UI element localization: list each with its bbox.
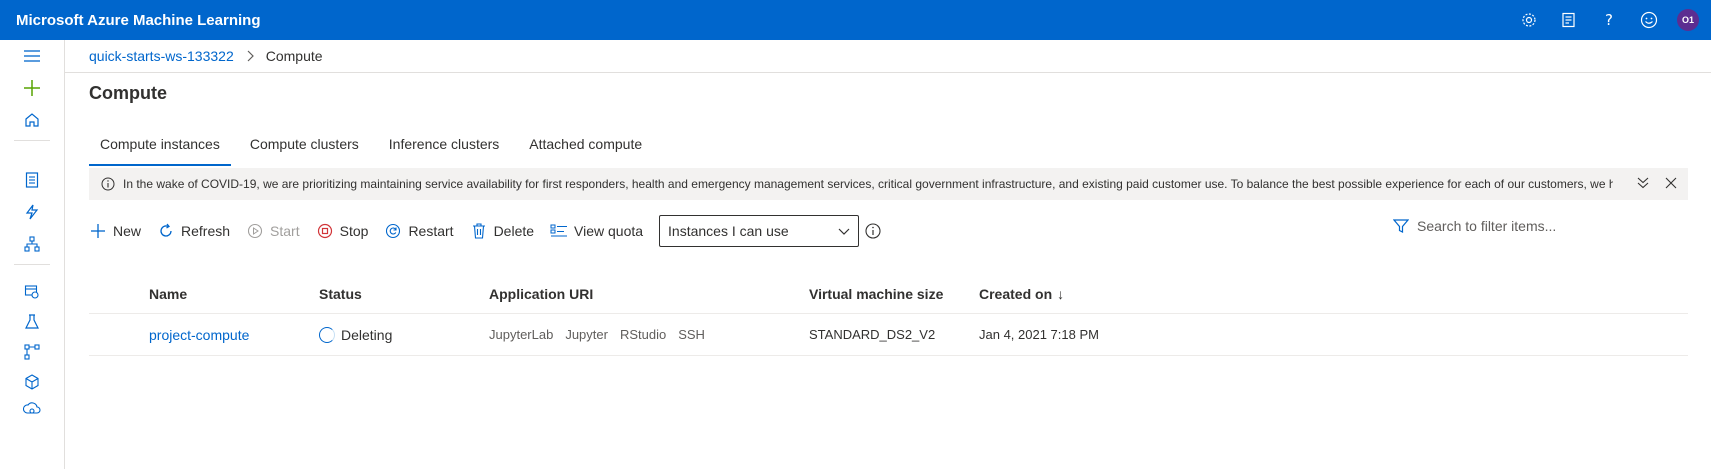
refresh-button[interactable]: Refresh: [157, 215, 230, 247]
chevron-right-icon: [246, 50, 254, 62]
breadcrumb-workspace-link[interactable]: quick-starts-ws-133322: [89, 48, 234, 64]
stop-button[interactable]: Stop: [316, 215, 369, 247]
instance-name-link[interactable]: project-compute: [149, 327, 249, 343]
sort-descending-icon: ↓: [1057, 285, 1065, 302]
tab-inference-clusters[interactable]: Inference clusters: [378, 130, 511, 166]
command-bar: New Refresh Start Stop Restart Delete Vi…: [89, 215, 881, 247]
restart-icon: [384, 222, 402, 240]
application-uri-links: JupyterLab Jupyter RStudio SSH: [489, 327, 717, 342]
user-avatar[interactable]: O1: [1677, 9, 1699, 31]
nav-divider: [14, 264, 50, 265]
created-on-value: Jan 4, 2021 7:18 PM: [979, 327, 1099, 342]
stop-circle-icon: [316, 222, 334, 240]
refresh-label: Refresh: [181, 223, 231, 239]
start-label: Start: [270, 223, 300, 239]
delete-label: Delete: [493, 223, 535, 239]
models-icon[interactable]: [20, 370, 44, 394]
instance-filter-dropdown[interactable]: Instances I can use: [659, 215, 860, 247]
endpoints-icon[interactable]: [20, 398, 44, 422]
compute-tabs: Compute instances Compute clusters Infer…: [89, 130, 661, 166]
instance-status-text: Deleting: [341, 326, 393, 343]
spinner-status-icon: [319, 326, 335, 343]
ssh-link[interactable]: SSH: [678, 327, 705, 342]
created-on-label: Created on: [979, 285, 1053, 302]
restart-button[interactable]: Restart: [384, 215, 454, 247]
search-filter[interactable]: Search to filter items...: [1393, 218, 1556, 234]
jupyterlab-link[interactable]: JupyterLab: [489, 327, 553, 342]
jupyter-link[interactable]: Jupyter: [565, 327, 608, 342]
breadcrumb: quick-starts-ws-133322 Compute: [65, 40, 1711, 73]
column-header-name[interactable]: Name: [149, 286, 187, 302]
banner-text: In the wake of COVID-19, we are prioriti…: [123, 177, 1613, 191]
chevron-down-icon: [838, 223, 850, 239]
trash-icon: [470, 222, 488, 240]
pipelines-icon[interactable]: [20, 340, 44, 364]
view-quota-button[interactable]: View quota: [550, 215, 643, 247]
column-header-status[interactable]: Status: [319, 286, 362, 302]
datasets-icon[interactable]: [20, 280, 44, 304]
tab-compute-clusters[interactable]: Compute clusters: [239, 130, 370, 166]
close-icon[interactable]: [1664, 176, 1678, 193]
help-icon[interactable]: ?: [1589, 0, 1629, 40]
refresh-icon: [157, 222, 175, 240]
designer-icon[interactable]: [20, 232, 44, 256]
filter-info-icon[interactable]: [865, 223, 881, 239]
info-icon: [101, 177, 115, 191]
create-new-icon[interactable]: [20, 76, 44, 100]
home-icon[interactable]: [20, 108, 44, 132]
new-label: New: [113, 223, 142, 239]
smiley-feedback-icon[interactable]: [1629, 0, 1669, 40]
expand-double-chevron-icon[interactable]: [1636, 176, 1650, 193]
filter-icon: [1393, 218, 1409, 234]
app-title[interactable]: Microsoft Azure Machine Learning: [16, 12, 260, 29]
table-row[interactable]: project-compute Deleting JupyterLab Jupy…: [89, 314, 1688, 356]
vm-size-value: STANDARD_DS2_V2: [809, 327, 936, 342]
nav-divider: [14, 140, 50, 141]
compute-instances-table: Name Status Application URI Virtual mach…: [89, 274, 1688, 356]
rstudio-link[interactable]: RStudio: [620, 327, 666, 342]
notebooks-icon[interactable]: [20, 168, 44, 192]
instance-filter-value: Instances I can use: [668, 223, 789, 239]
top-bar-icons: ? O1: [1509, 0, 1711, 40]
tab-attached-compute[interactable]: Attached compute: [518, 130, 653, 166]
svg-text:?: ?: [1605, 12, 1613, 28]
experiments-icon[interactable]: [20, 310, 44, 334]
table-header: Name Status Application URI Virtual mach…: [89, 274, 1688, 314]
view-quota-label: View quota: [574, 223, 644, 239]
start-button[interactable]: Start: [246, 215, 300, 247]
column-header-vm-size[interactable]: Virtual machine size: [809, 286, 943, 302]
quota-list-icon: [550, 222, 568, 240]
page-title: Compute: [89, 83, 167, 103]
top-bar: Microsoft Azure Machine Learning ? O1: [0, 0, 1711, 40]
search-placeholder: Search to filter items...: [1417, 218, 1557, 234]
restart-label: Restart: [408, 223, 454, 239]
breadcrumb-current: Compute: [265, 48, 323, 64]
stop-label: Stop: [339, 223, 369, 239]
delete-button[interactable]: Delete: [470, 215, 534, 247]
feedback-list-icon[interactable]: [1549, 0, 1589, 40]
automated-ml-icon[interactable]: [20, 200, 44, 224]
tab-compute-instances[interactable]: Compute instances: [89, 130, 231, 166]
left-nav: [0, 40, 65, 469]
plus-icon: [89, 222, 107, 240]
instance-status: Deleting: [319, 326, 393, 343]
notice-banner: In the wake of COVID-19, we are prioriti…: [89, 168, 1688, 200]
settings-icon[interactable]: [1509, 0, 1549, 40]
column-header-application-uri[interactable]: Application URI: [489, 286, 593, 302]
hamburger-menu-icon[interactable]: [20, 44, 44, 68]
play-circle-icon: [246, 222, 264, 240]
column-header-created-on[interactable]: Created on ↓: [979, 286, 1064, 302]
new-button[interactable]: New: [89, 215, 141, 247]
